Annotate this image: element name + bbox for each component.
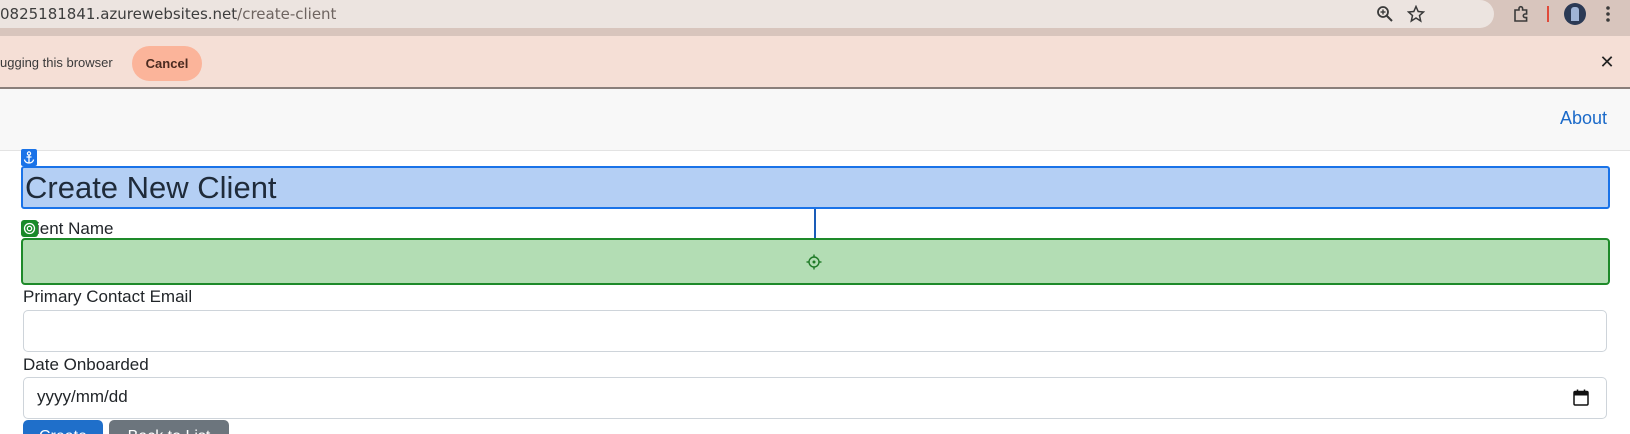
date-placeholder: yyyy/mm/dd [37,387,128,406]
client-name-label: ient Name [36,219,114,238]
toolbar-separator [1547,6,1549,22]
menu-dots-icon[interactable] [1597,4,1619,24]
debug-infobar: ugging this browser Cancel ✕ [0,36,1630,89]
browser-toolbar: 0825181841.azurewebsites.net/create-clie… [0,0,1630,36]
cancel-debugging-button[interactable]: Cancel [132,46,202,81]
app-navbar: About [0,89,1630,151]
infobar-message: ugging this browser [0,55,113,70]
profile-avatar[interactable] [1564,3,1586,25]
target-icon [21,220,38,237]
url-host: 0825181841.azurewebsites.net [0,5,238,23]
email-field[interactable] [23,310,1607,352]
calendar-icon[interactable] [1573,389,1589,406]
page-title: Create New Client [25,170,277,205]
url-text[interactable]: 0825181841.azurewebsites.net/create-clie… [0,5,336,23]
nav-link-about[interactable]: About [1560,108,1607,129]
anchor-icon [21,149,37,166]
zoom-icon[interactable] [1374,4,1396,24]
page-title-highlight: Create New Client [21,166,1610,209]
create-button[interactable]: Create [23,420,103,434]
extensions-icon[interactable] [1510,4,1532,24]
date-onboarded-label: Date Onboarded [23,355,149,374]
back-to-list-button[interactable]: Back to List [109,420,229,434]
email-label: Primary Contact Email [23,287,193,306]
connector-line [814,209,816,239]
close-icon[interactable]: ✕ [1596,51,1618,73]
date-onboarded-input[interactable] [23,377,1607,419]
star-icon[interactable] [1405,4,1427,24]
crosshair-icon [806,254,822,270]
address-bar[interactable]: 0825181841.azurewebsites.net/create-clie… [0,0,1494,28]
url-path: /create-client [237,5,337,23]
